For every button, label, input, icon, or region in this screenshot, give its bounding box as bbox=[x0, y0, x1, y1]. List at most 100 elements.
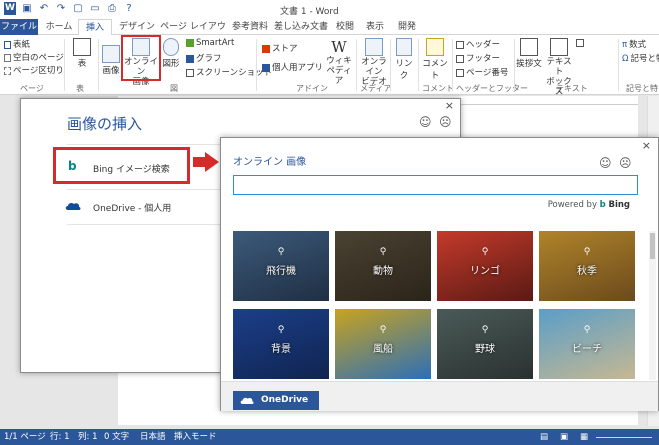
greeting-button[interactable]: 挨拶文 bbox=[516, 38, 542, 69]
tab-design[interactable]: デザイン bbox=[115, 19, 159, 35]
comment-button[interactable]: コメント bbox=[420, 38, 450, 81]
ribbon-separator bbox=[356, 39, 357, 91]
tile-balloons[interactable]: ⚲ 風船 bbox=[335, 309, 431, 379]
print-icon[interactable]: ⎙ bbox=[106, 2, 118, 15]
store-button[interactable]: ストア bbox=[262, 42, 298, 54]
text-tools-icon bbox=[576, 38, 584, 47]
tile-autumn[interactable]: ⚲ 秋季 bbox=[539, 231, 635, 301]
smile-feedback-icon[interactable]: ☺ bbox=[419, 115, 432, 129]
ribbon-separator bbox=[418, 39, 419, 91]
header-icon bbox=[456, 40, 464, 49]
tab-developer[interactable]: 開発 bbox=[394, 19, 420, 35]
search-icon: ⚲ bbox=[379, 247, 387, 257]
status-language[interactable]: 日本語 bbox=[140, 429, 166, 445]
title-bar: W ▣ ↶ ↷ ▢ ▭ ⎙ ? 文書 1 - Word bbox=[0, 0, 659, 18]
bing-image-search-option[interactable]: b Bing イメージ検索 bbox=[53, 147, 190, 184]
table-group-label: 表 bbox=[76, 84, 84, 93]
tile-animals[interactable]: ⚲ 動物 bbox=[335, 231, 431, 301]
screenshot-button[interactable]: スクリーンショット bbox=[186, 66, 272, 78]
suggested-image-tiles: ⚲ 飛行機 ⚲ 動物 ⚲ リンゴ ⚲ 秋季 ⚲ 背景 ⚲ 風船 ⚲ 野球 ⚲ ビーチ bbox=[233, 231, 640, 379]
search-icon: ⚲ bbox=[481, 325, 489, 335]
store-icon bbox=[262, 44, 270, 53]
smartart-button[interactable]: SmartArt bbox=[186, 38, 234, 48]
chart-button[interactable]: グラフ bbox=[186, 52, 222, 64]
ribbon-tabs: ファイル ホーム 挿入 デザイン ページ レイアウト 参考資料 差し込み文書 校… bbox=[0, 18, 659, 48]
equation-button[interactable]: π 数式 bbox=[622, 38, 646, 50]
tab-references[interactable]: 参考資料 bbox=[228, 19, 272, 35]
word-logo-icon[interactable]: W bbox=[4, 2, 16, 15]
picture-button[interactable]: 画像 bbox=[100, 45, 122, 76]
illustrations-group-label: 図 bbox=[170, 84, 178, 93]
status-word-count[interactable]: 0 文字 bbox=[104, 429, 129, 445]
pi-icon: π bbox=[622, 40, 628, 50]
tab-page-layout[interactable]: ページ レイアウト bbox=[160, 19, 226, 48]
tab-view[interactable]: 表示 bbox=[362, 19, 388, 35]
read-mode-icon[interactable]: ▤ bbox=[540, 429, 548, 445]
close-icon[interactable]: × bbox=[445, 99, 454, 112]
footer-icon bbox=[456, 54, 464, 63]
bing-search-input[interactable] bbox=[233, 175, 638, 195]
tab-insert[interactable]: 挿入 bbox=[78, 19, 112, 36]
tab-home[interactable]: ホーム bbox=[42, 19, 76, 35]
my-apps-button[interactable]: 個人用アプリ bbox=[262, 61, 323, 73]
status-input-mode[interactable]: 挿入モード bbox=[174, 429, 217, 445]
cover-page-button[interactable]: 表紙 bbox=[4, 38, 30, 50]
ribbon-separator bbox=[98, 39, 99, 91]
open-icon[interactable]: ▭ bbox=[89, 2, 101, 15]
tile-apple[interactable]: ⚲ リンゴ bbox=[437, 231, 533, 301]
close-icon[interactable]: × bbox=[642, 139, 651, 152]
search-icon: ⚲ bbox=[277, 325, 285, 335]
wikipedia-icon: W bbox=[331, 38, 347, 56]
print-layout-icon[interactable]: ▣ bbox=[560, 429, 568, 445]
web-layout-icon[interactable]: ▦ bbox=[580, 429, 588, 445]
wikipedia-button[interactable]: W ウィキ ペディア bbox=[324, 38, 354, 86]
tab-file[interactable]: ファイル bbox=[0, 19, 38, 35]
scrollbar-thumb[interactable] bbox=[650, 233, 655, 259]
frown-feedback-icon[interactable]: ☹ bbox=[619, 156, 632, 170]
search-icon: ⚲ bbox=[379, 325, 387, 335]
dialog-title: オンライン 画像 bbox=[233, 157, 307, 168]
shapes-button[interactable]: 図形 bbox=[160, 38, 182, 69]
online-pictures-dialog: オンライン 画像 × ☺ ☹ Powered by b Bing ⚲ 飛行機 ⚲ 動… bbox=[220, 137, 659, 411]
link-button[interactable]: リンク bbox=[392, 38, 416, 81]
search-icon: ⚲ bbox=[277, 247, 285, 257]
onedrive-personal-option[interactable]: OneDrive - 個人用 bbox=[93, 201, 171, 214]
table-button[interactable]: 表 bbox=[70, 38, 94, 69]
undo-icon[interactable]: ↶ bbox=[38, 2, 50, 15]
page-break-button[interactable]: ページ区切り bbox=[4, 64, 64, 76]
footer-button[interactable]: フッター bbox=[456, 52, 500, 64]
tab-mailings[interactable]: 差し込み文書 bbox=[274, 19, 328, 35]
onedrive-button[interactable]: OneDrive bbox=[233, 391, 319, 410]
screenshot-icon bbox=[186, 68, 194, 77]
blank-page-button[interactable]: 空白のページ bbox=[4, 51, 64, 63]
page-number-button[interactable]: ページ番号 bbox=[456, 66, 508, 78]
zoom-slider[interactable] bbox=[596, 437, 652, 438]
text-tools-button[interactable] bbox=[576, 38, 584, 48]
symbol-button[interactable]: Ω記号と特 bbox=[622, 52, 659, 64]
tile-airplane[interactable]: ⚲ 飛行機 bbox=[233, 231, 329, 301]
header-button[interactable]: ヘッダー bbox=[456, 38, 500, 50]
help-icon[interactable]: ? bbox=[123, 2, 135, 15]
omega-icon: Ω bbox=[622, 54, 629, 64]
ribbon: 表紙 空白のページ ページ区切り ページ 表 表 画像 オンライン 画像 図形 … bbox=[0, 35, 659, 97]
text-group-label: テキスト bbox=[556, 84, 588, 93]
online-video-button[interactable]: オンライン ビデオ bbox=[358, 38, 390, 87]
dialog-title: 画像の挿入 bbox=[67, 115, 143, 133]
new-doc-icon[interactable]: ▢ bbox=[72, 2, 84, 15]
status-page[interactable]: 1/1 ページ bbox=[4, 429, 46, 445]
save-icon[interactable]: ▣ bbox=[21, 2, 33, 15]
tile-beach[interactable]: ⚲ ビーチ bbox=[539, 309, 635, 379]
redo-icon[interactable]: ↷ bbox=[55, 2, 67, 15]
tiles-scrollbar[interactable] bbox=[649, 231, 656, 380]
greeting-icon bbox=[520, 38, 538, 56]
frown-feedback-icon[interactable]: ☹ bbox=[439, 115, 452, 129]
page-number-icon bbox=[456, 68, 464, 77]
tile-baseball[interactable]: ⚲ 野球 bbox=[437, 309, 533, 379]
smile-feedback-icon[interactable]: ☺ bbox=[599, 156, 612, 170]
quick-access-toolbar: W ▣ ↶ ↷ ▢ ▭ ⎙ ? bbox=[4, 2, 135, 15]
page-break-icon bbox=[4, 66, 11, 75]
tile-background[interactable]: ⚲ 背景 bbox=[233, 309, 329, 379]
online-picture-highlight bbox=[121, 35, 161, 81]
symbols-group-label: 記号と特 bbox=[626, 84, 658, 93]
tab-review[interactable]: 校閲 bbox=[332, 19, 358, 35]
